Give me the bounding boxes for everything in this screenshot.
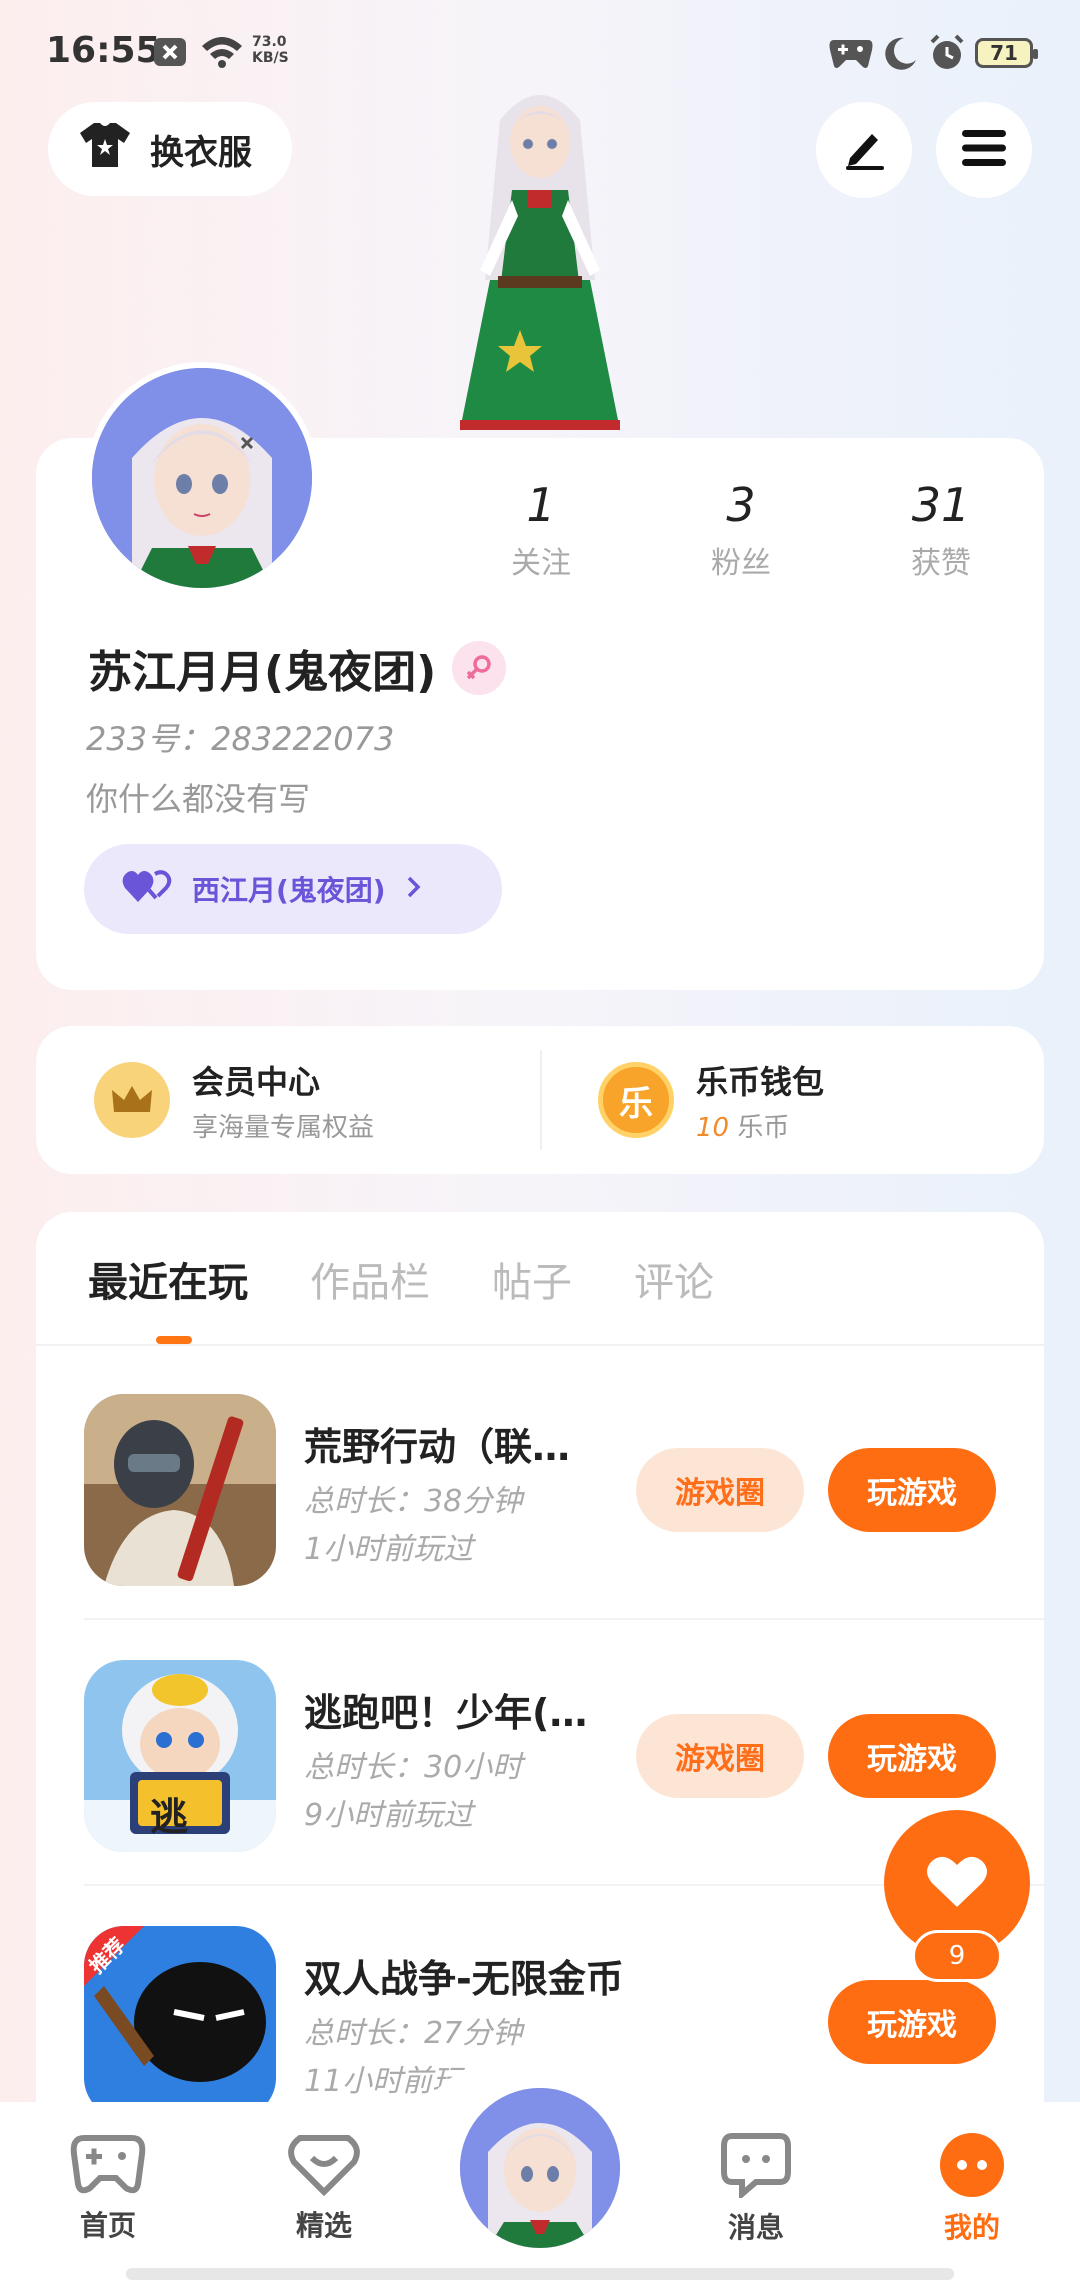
nav-home[interactable]: 首页 [38, 2132, 178, 2244]
wallet-amount: 10 [696, 1112, 730, 1143]
nav-mine[interactable]: 我的 [902, 2132, 1042, 2246]
wallet-title: 乐币钱包 [696, 1062, 825, 1101]
nav-messages-label: 消息 [727, 2211, 784, 2244]
stat-following-label: 关注 [511, 546, 571, 581]
game-total-time: 总时长：27分钟 [304, 2016, 523, 2051]
game-total-time: 总时长：38分钟 [304, 1484, 523, 1519]
chat-bubble-icon [720, 2133, 792, 2202]
game-icon-label: 逃 [150, 1795, 189, 1839]
female-gender-icon [452, 641, 507, 695]
member-wallet-card: 会员中心 享海量专属权益 乐 乐币钱包 10 乐币 [36, 1026, 1044, 1174]
wifi-icon [200, 34, 244, 72]
tab-recently-played[interactable]: 最近在玩 [88, 1250, 248, 1308]
active-tab-indicator [156, 1336, 192, 1344]
couple-link-button[interactable]: 西江月(鬼夜团) [84, 844, 502, 934]
home-indicator [126, 2268, 954, 2280]
profile-avatar[interactable] [86, 362, 318, 594]
game-row[interactable]: 荒野行动（联… 总时长：38分钟 1小时前玩过 游戏圈 玩游戏 [84, 1394, 1044, 1620]
menu-button[interactable] [936, 102, 1032, 198]
game-name: 荒野行动（联… [304, 1425, 571, 1469]
network-speed: 73.0 KB/S [252, 34, 289, 66]
wallet-balance: 10 乐币 [696, 1107, 824, 1144]
do-not-disturb-icon [882, 36, 918, 76]
stat-likes[interactable]: 31 获赞 [876, 478, 1006, 582]
play-game-button[interactable]: 玩游戏 [828, 1448, 996, 1532]
stat-followers[interactable]: 3 粉丝 [676, 478, 806, 582]
game-last-played: 1小时前玩过 [304, 1532, 474, 1567]
change-outfit-label: 换衣服 [150, 132, 252, 173]
pen-icon [840, 124, 888, 176]
profile-tabs: 最近在玩 作品栏 帖子 评论 [88, 1250, 714, 1308]
game-last-played: 9小时前玩过 [304, 1798, 474, 1833]
member-center-entry[interactable]: 会员中心 享海量专属权益 [36, 1026, 540, 1174]
row-divider [84, 1618, 1044, 1620]
nav-featured[interactable]: 精选 [254, 2132, 394, 2244]
user-id: 233号：283222073 [86, 720, 395, 758]
tab-works[interactable]: 作品栏 [310, 1250, 430, 1308]
couple-name: 西江月(鬼夜团) [192, 874, 386, 907]
wallet-entry[interactable]: 乐 乐币钱包 10 乐币 [540, 1026, 1044, 1174]
game-name: 逃跑吧！少年(… [304, 1691, 588, 1735]
diamond-heart-icon [288, 2135, 360, 2200]
game-circle-button[interactable]: 游戏圈 [636, 1714, 804, 1798]
stat-followers-value: 3 [726, 478, 756, 532]
wallet-unit: 乐币 [737, 1112, 790, 1143]
game-icon-double-war[interactable]: 推荐 [84, 1926, 276, 2118]
play-game-button[interactable]: 玩游戏 [828, 1714, 996, 1798]
stat-following-value: 1 [526, 478, 556, 532]
avatar-character-figure[interactable] [420, 80, 660, 440]
like-count-badge: 9 [912, 1930, 1002, 1982]
chevron-right-icon [406, 873, 422, 906]
status-time: 16:55 [46, 30, 161, 71]
nav-avatar-button[interactable] [454, 2082, 626, 2254]
game-circle-button[interactable]: 游戏圈 [636, 1448, 804, 1532]
member-center-title: 会员中心 [192, 1062, 321, 1101]
play-game-button[interactable]: 玩游戏 [828, 1980, 996, 2064]
heart-icon [926, 1853, 988, 1913]
profile-stats: 1 关注 3 粉丝 31 获赞 [476, 478, 1006, 582]
tab-posts[interactable]: 帖子 [492, 1250, 572, 1308]
username: 苏江月月(鬼夜团) [88, 647, 437, 698]
username-row: 苏江月月(鬼夜团) [88, 636, 507, 700]
profile-face-icon [938, 2133, 1006, 2202]
double-heart-icon [122, 868, 172, 911]
member-center-subtitle: 享海量专属权益 [192, 1112, 375, 1143]
nav-home-label: 首页 [79, 2209, 136, 2242]
game-mode-icon [828, 36, 874, 74]
stat-likes-label: 获赞 [911, 546, 971, 581]
stat-followers-label: 粉丝 [711, 546, 771, 581]
user-bio: 你什么都没有写 [86, 780, 311, 818]
tabs-divider [36, 1344, 1044, 1346]
net-speed-value: 73.0 [252, 34, 287, 50]
game-name: 双人战争-无限金币 [304, 1957, 624, 2001]
alarm-icon [928, 34, 966, 76]
game-total-time: 总时长：30小时 [304, 1750, 523, 1785]
shirt-icon [78, 121, 132, 178]
edit-button[interactable] [816, 102, 912, 198]
change-outfit-button[interactable]: 换衣服 [48, 102, 292, 196]
game-icon-run-boy[interactable]: 逃 [84, 1660, 276, 1852]
nav-mine-label: 我的 [943, 2211, 1000, 2244]
nav-messages[interactable]: 消息 [686, 2132, 826, 2246]
battery-indicator: 71 [975, 38, 1038, 68]
nav-featured-label: 精选 [295, 2209, 352, 2242]
coin-icon: 乐 [598, 1062, 674, 1138]
hamburger-menu-icon [960, 128, 1008, 172]
stat-following[interactable]: 1 关注 [476, 478, 606, 582]
gamepad-icon [70, 2135, 146, 2200]
tab-comments[interactable]: 评论 [634, 1250, 714, 1308]
notification-icon [152, 36, 188, 72]
net-speed-unit: KB/S [252, 50, 289, 66]
crown-icon [94, 1062, 170, 1138]
game-icon-wilderness-action[interactable] [84, 1394, 276, 1586]
game-row[interactable]: 逃 逃跑吧！少年(… 总时长：30小时 9小时前玩过 游戏圈 玩游戏 [84, 1660, 1044, 1886]
stat-likes-value: 31 [911, 478, 971, 532]
